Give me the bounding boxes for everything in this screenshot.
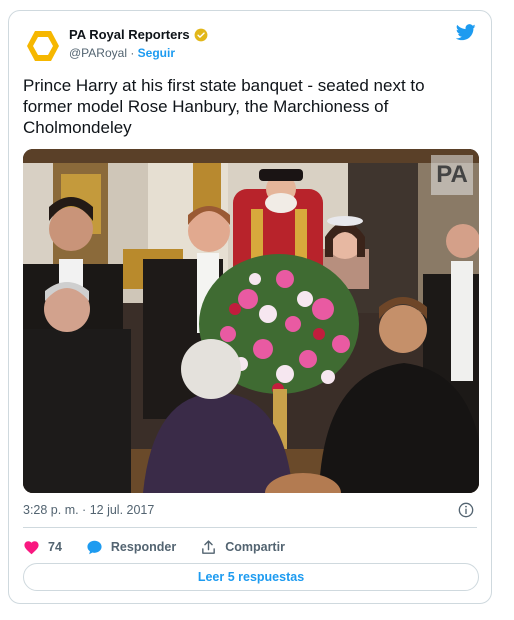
- account-handle[interactable]: @PARoyal: [69, 46, 127, 60]
- like-count: 74: [48, 540, 62, 554]
- tweet-actions: 74 Responder Compartir: [23, 536, 309, 558]
- banquet-photo: [23, 149, 479, 493]
- reply-bubble-icon: [87, 540, 102, 554]
- info-icon[interactable]: [458, 502, 474, 518]
- reply-button[interactable]: Responder: [86, 539, 176, 556]
- tweet-card: PA Royal Reporters @PARoyal · Seguir Pri…: [8, 10, 492, 604]
- photo-watermark: PA: [431, 155, 473, 195]
- avatar[interactable]: [24, 27, 62, 65]
- share-label: Compartir: [225, 540, 285, 554]
- account-name[interactable]: PA Royal Reporters: [69, 27, 190, 42]
- tweet-text: Prince Harry at his first state banquet …: [23, 76, 425, 137]
- tweet-photo[interactable]: PA: [23, 149, 479, 493]
- reply-label: Responder: [110, 540, 177, 554]
- tweet-timestamp[interactable]: 3:28 p. m. · 12 jul. 2017: [23, 503, 154, 517]
- account-name-row[interactable]: PA Royal Reporters: [69, 27, 208, 42]
- read-replies-label: Leer 5 respuestas: [197, 570, 305, 584]
- like-button[interactable]: 74: [23, 539, 62, 556]
- handle-separator: ·: [130, 46, 135, 60]
- verified-badge-icon: [194, 28, 208, 41]
- follow-button[interactable]: Seguir: [138, 46, 175, 60]
- read-replies-button[interactable]: Leer 5 respuestas: [23, 563, 479, 591]
- share-button[interactable]: Compartir: [200, 539, 285, 556]
- twitter-bird-icon[interactable]: [456, 24, 476, 41]
- handle-row: @PARoyal · Seguir: [69, 46, 175, 60]
- divider: [23, 527, 477, 528]
- avatar-logo-icon: [27, 31, 59, 61]
- share-icon: [202, 539, 216, 554]
- heart-icon: [24, 540, 39, 554]
